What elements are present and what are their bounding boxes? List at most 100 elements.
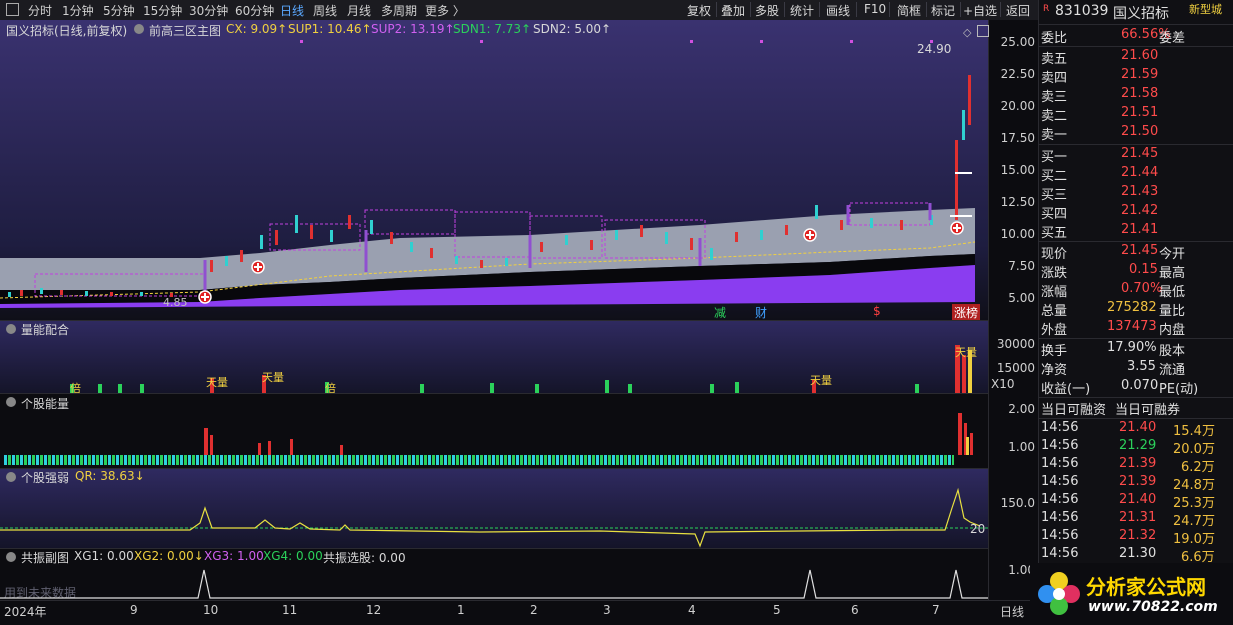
stock-label: 国义招标(日线,前复权) <box>6 24 128 38</box>
stat-label: 外盘 <box>1041 323 1068 338</box>
logo-title: 分析家公式网 <box>1086 575 1206 599</box>
stat-label: 换手 <box>1041 344 1068 359</box>
tick-volume: 6.2万 <box>1181 460 1215 475</box>
tick-volume: 15.4万 <box>1173 424 1215 439</box>
tool-back-button[interactable]: 返回 <box>1006 2 1030 19</box>
tool-draw-button[interactable]: 画线 <box>826 2 850 19</box>
volume-unit: X10 <box>991 377 1015 391</box>
tab-period-monthly[interactable]: 月线 <box>347 2 371 19</box>
bid-price: 21.42 <box>1121 203 1159 218</box>
tick-volume: 25.3万 <box>1173 496 1215 511</box>
strength-right-label: 20 <box>970 522 986 536</box>
ask-label: 卖三 <box>1041 90 1068 105</box>
axis-tick: 1.00 <box>1008 440 1035 454</box>
diff-label: 委差 <box>1159 31 1186 46</box>
axis-tick: 15000 <box>996 361 1035 375</box>
tab-period-15min[interactable]: 15分钟 <box>143 2 182 19</box>
marker-cai: 财 <box>755 306 768 320</box>
tick-price: 21.40 <box>1119 420 1157 435</box>
date-tick: 2 <box>530 603 538 617</box>
logo-url: www.70822.com <box>1088 599 1218 615</box>
axis-tick: 25.00 <box>1000 35 1035 49</box>
date-axis: 2024年 9 10 11 12 1 2 3 4 5 6 7 日线 <box>0 600 1038 625</box>
axis-tick: 17.50 <box>1000 131 1035 145</box>
volume-panel-title: 量能配合 <box>21 323 70 337</box>
axis-tick: 22.50 <box>1000 67 1035 81</box>
tab-period-fenshi[interactable]: 分时 <box>28 2 52 19</box>
tab-period-multi[interactable]: 多周期 <box>381 2 417 19</box>
axis-tick: 5.00 <box>1008 291 1035 305</box>
tick-time: 14:56 <box>1041 528 1079 543</box>
stock-code: 831039 <box>1055 3 1109 19</box>
stat-label: 总量 <box>1041 304 1068 319</box>
sup2-value: SUP2: 13.19↑ <box>371 22 455 36</box>
stat-value: 3.55 <box>1127 359 1156 374</box>
tick-price: 21.40 <box>1119 492 1157 507</box>
stat-label-right: 量比 <box>1159 304 1186 319</box>
axis-tick: 7.50 <box>1008 259 1035 273</box>
tool-mark-button[interactable]: 标记 <box>931 2 955 19</box>
tool-multistock-button[interactable]: 多股 <box>755 2 779 19</box>
tick-time: 14:56 <box>1041 492 1079 507</box>
tab-period-weekly[interactable]: 周线 <box>313 2 337 19</box>
stat-value: 0.70% <box>1121 281 1163 296</box>
volume-panel-chevron-icon[interactable] <box>6 324 16 334</box>
marker-dollar: $ <box>873 304 881 318</box>
date-tick: 9 <box>130 603 138 617</box>
date-tick: 7 <box>932 603 940 617</box>
expand-icon[interactable]: ◇ <box>963 26 971 39</box>
price-axis: ◇ 25.00 22.50 20.00 17.50 15.00 12.50 10… <box>963 20 1039 600</box>
tab-period-more[interactable]: 更多 〉 <box>425 2 465 19</box>
restore-icon[interactable] <box>977 25 989 37</box>
stat-value: 137473 <box>1107 319 1157 334</box>
sup1-value: SUP1: 10.46↑ <box>288 22 372 36</box>
date-tick: 2024年 <box>4 605 47 619</box>
stat-label-right: PE(动) <box>1159 382 1199 397</box>
tick-price: 21.29 <box>1119 438 1157 453</box>
quote-panel: R 831039 国义招标 新型城 委比 66.56% 委差 卖五 21.60 卖… <box>1038 0 1233 624</box>
tab-period-1min[interactable]: 1分钟 <box>62 2 94 19</box>
tick-volume: 19.0万 <box>1173 532 1215 547</box>
date-tick: 12 <box>366 603 382 617</box>
volume-bars <box>70 345 972 393</box>
tab-period-60min[interactable]: 60分钟 <box>235 2 274 19</box>
axis-tick: 10.00 <box>1000 227 1035 241</box>
stat-value: 275282 <box>1107 300 1157 315</box>
bid-label: 买五 <box>1041 226 1068 241</box>
tick-time: 14:56 <box>1041 456 1079 471</box>
menu-icon[interactable] <box>6 3 19 16</box>
bid-price: 21.41 <box>1121 222 1159 237</box>
low-price-label: 4.85 <box>163 296 188 309</box>
period-label[interactable]: 日线 <box>1000 603 1024 620</box>
stat-label: 涨跌 <box>1041 266 1068 281</box>
tick-time: 14:56 <box>1041 420 1079 435</box>
tool-f10-button[interactable]: F10 <box>864 2 886 16</box>
tick-volume: 24.7万 <box>1173 514 1215 529</box>
marker-zhangbang: 涨榜 <box>952 304 981 321</box>
tool-stats-button[interactable]: 统计 <box>790 2 814 19</box>
tool-add-watchlist-button[interactable]: +自选 <box>963 2 997 19</box>
indicator-name[interactable]: 前高三区主图 <box>149 22 221 39</box>
bid-price: 21.45 <box>1121 146 1159 161</box>
sdn2-value: SDN2: 5.00↑ <box>533 22 612 36</box>
tick-volume: 20.0万 <box>1173 442 1215 457</box>
stat-label-right: 内盘 <box>1159 323 1186 338</box>
tab-period-30min[interactable]: 30分钟 <box>189 2 228 19</box>
bid-price: 21.44 <box>1121 165 1159 180</box>
tick-price: 21.39 <box>1119 474 1157 489</box>
tick-time: 14:56 <box>1041 546 1079 561</box>
indicator-chevron-icon[interactable] <box>134 24 144 34</box>
high-price-label: 24.90 <box>917 42 952 56</box>
tab-period-daily[interactable]: 日线 <box>280 2 304 19</box>
tool-simple-frame-button[interactable]: 简框 <box>897 2 921 19</box>
sector-badge[interactable]: 新型城 <box>1189 1 1222 17</box>
volume-label-tianliang-2: 天量 <box>810 374 832 387</box>
volume-label-double: 天量 <box>206 376 228 389</box>
tool-overlay-button[interactable]: 叠加 <box>721 2 745 19</box>
tool-fuquan-button[interactable]: 复权 <box>687 2 711 19</box>
tab-period-5min[interactable]: 5分钟 <box>103 2 135 19</box>
main-kline-chart[interactable] <box>0 20 988 320</box>
tick-time: 14:56 <box>1041 474 1079 489</box>
flower-logo-icon <box>1038 572 1080 615</box>
bid-label: 买一 <box>1041 150 1068 165</box>
